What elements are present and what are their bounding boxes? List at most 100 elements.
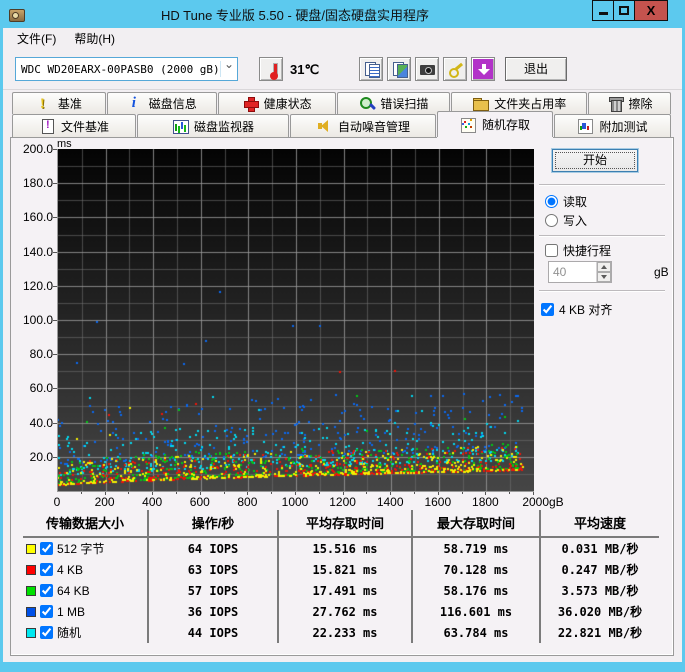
window-border-bottom <box>0 662 685 672</box>
tab-row-2: 文件基准 磁盘监视器 自动噪音管理 随机存取 <box>12 111 672 137</box>
update-button[interactable] <box>471 57 495 81</box>
scan-icon <box>358 96 375 112</box>
benchmark-icon <box>36 96 53 113</box>
series-label: 随机 <box>57 626 82 640</box>
series-checkbox[interactable] <box>40 626 53 639</box>
x-tick-mark <box>533 492 534 495</box>
y-tick-label: 160.0 <box>22 210 53 225</box>
x-tick-label: 1800 <box>472 495 499 509</box>
read-radio-input[interactable] <box>545 195 558 208</box>
drive-selector[interactable]: WDC WD20EARX-00PASB0 (2000 gB) <box>15 57 238 81</box>
x-tick-mark <box>342 492 344 495</box>
short-stroke-checkbox[interactable]: 快捷行程 <box>545 242 611 259</box>
copy-image-icon <box>391 61 408 78</box>
tab[interactable]: 随机存取 <box>437 111 553 137</box>
series-label: 512 字节 <box>57 542 105 556</box>
table-row: 64 KB 57 IOPS 17.491 ms 58.176 ms 3.573 … <box>23 580 663 601</box>
extra-icon <box>577 118 594 134</box>
exit-button[interactable]: 退出 <box>505 57 567 81</box>
series-color-swatch <box>26 564 36 575</box>
copy-image-button[interactable] <box>387 57 411 81</box>
series-checkbox[interactable] <box>40 563 53 576</box>
series-color-swatch <box>26 585 36 596</box>
x-tick-mark <box>176 492 177 494</box>
short-stroke-checkbox-input[interactable] <box>545 244 558 257</box>
start-button[interactable]: 开始 <box>552 149 638 172</box>
tab[interactable]: 健康状态 <box>217 92 336 114</box>
iops-value: 57 IOPS <box>149 580 279 601</box>
series-checkbox[interactable] <box>40 584 53 597</box>
table-row: 4 KB 63 IOPS 15.821 ms 70.128 ms 0.247 M… <box>23 559 663 580</box>
series-checkbox[interactable] <box>40 542 53 555</box>
maximize-button[interactable] <box>613 0 635 21</box>
minimize-button[interactable] <box>592 0 614 21</box>
close-button[interactable]: X <box>634 0 668 21</box>
spin-down-button[interactable] <box>597 272 611 282</box>
x-tick-mark <box>414 492 415 494</box>
max-access-time-value: 58.176 ms <box>413 580 541 601</box>
write-radio[interactable]: 写入 <box>545 212 587 229</box>
tab[interactable]: 错误扫描 <box>336 92 451 114</box>
aam-icon <box>316 118 333 134</box>
x-tick-label: 2000gB <box>522 495 564 509</box>
x-tick-label: 1600 <box>424 495 452 509</box>
align-4kb-checkbox-input[interactable] <box>541 303 554 316</box>
tab-label: 基准 <box>57 97 82 111</box>
menu-bar: 文件(F) 帮助(H) <box>3 28 682 49</box>
series-checkbox[interactable] <box>40 605 53 618</box>
random-access-panel: ms 20.0 40.0 60.0 80.0 100.0 120.0 140.0 160.0 1… <box>10 137 674 656</box>
x-tick-mark <box>223 492 225 494</box>
avg-access-time-value: 17.491 ms <box>279 580 413 601</box>
results-table-header: 传输数据大小 操作/秒 平均存取时间 最大存取时间 平均速度 <box>23 510 663 538</box>
menu-item[interactable]: 帮助(H) <box>65 28 124 49</box>
y-tick-mark <box>53 183 57 185</box>
tab[interactable]: 磁盘监视器 <box>137 114 289 137</box>
x-tick-label: 800 <box>237 495 258 509</box>
spin-down-icon <box>601 275 607 279</box>
column-header: 操作/秒 <box>149 510 279 538</box>
tab[interactable]: 文件基准 <box>12 114 136 137</box>
temperature-button[interactable] <box>259 57 283 81</box>
y-tick-mark <box>53 217 57 219</box>
tab[interactable]: 擦除 <box>588 92 671 114</box>
read-radio[interactable]: 读取 <box>545 193 587 210</box>
random-icon <box>460 117 477 133</box>
window-title: HD Tune 专业版 5.50 - 硬盘/固态硬盘实用程序 <box>161 7 429 23</box>
table-row: 随机 44 IOPS 22.233 ms 63.784 ms 22.821 MB… <box>23 622 663 643</box>
tab-label: 健康状态 <box>263 97 312 111</box>
separator <box>539 290 665 292</box>
x-tick-label: 0 <box>53 495 61 509</box>
options-button[interactable] <box>443 57 467 81</box>
drive-selector-value: WDC WD20EARX-00PASB0 (2000 gB) <box>21 62 220 76</box>
y-tick-mark <box>53 251 57 253</box>
y-tick-label: 100.0 <box>22 313 53 327</box>
short-stroke-size-input[interactable] <box>549 262 596 282</box>
tab[interactable]: 基准 <box>12 92 106 114</box>
tab[interactable]: 附加测试 <box>554 114 671 137</box>
screenshot-button[interactable] <box>415 57 439 81</box>
column-header: 最大存取时间 <box>413 510 541 538</box>
spin-up-button[interactable] <box>597 262 611 272</box>
avg-access-time-value: 27.762 ms <box>279 601 413 622</box>
avg-access-time-value: 15.516 ms <box>279 538 413 559</box>
max-access-time-value: 63.784 ms <box>413 622 541 643</box>
y-tick-mark <box>53 456 57 458</box>
tab[interactable]: 自动噪音管理 <box>290 114 436 137</box>
erase-icon <box>607 96 624 112</box>
x-tick-mark <box>461 492 463 494</box>
y-tick-mark <box>53 354 57 356</box>
minimize-icon <box>598 12 608 15</box>
tab[interactable]: 磁盘信息 <box>106 92 217 114</box>
y-tick-label: 120.0 <box>22 278 53 293</box>
app-window: HD Tune 专业版 5.50 - 硬盘/固态硬盘实用程序 X 文件(F) 帮助… <box>0 0 685 672</box>
tab-strip: 基准 磁盘信息 健康状态 错误扫描 <box>12 92 672 137</box>
avg-speed-value: 0.031 MB/秒 <box>561 542 639 556</box>
results-table: 传输数据大小 操作/秒 平均存取时间 最大存取时间 平均速度 512 字节 64 IOP… <box>23 510 663 643</box>
x-tick-mark <box>271 492 273 494</box>
align-4kb-checkbox[interactable]: 4 KB 对齐 <box>541 301 612 318</box>
write-radio-input[interactable] <box>545 214 558 227</box>
menu-item[interactable]: 文件(F) <box>8 28 65 49</box>
copy-text-button[interactable] <box>359 57 383 81</box>
avg-speed-value: 36.020 MB/秒 <box>557 605 643 619</box>
y-tick-label: 60.0 <box>29 381 53 396</box>
